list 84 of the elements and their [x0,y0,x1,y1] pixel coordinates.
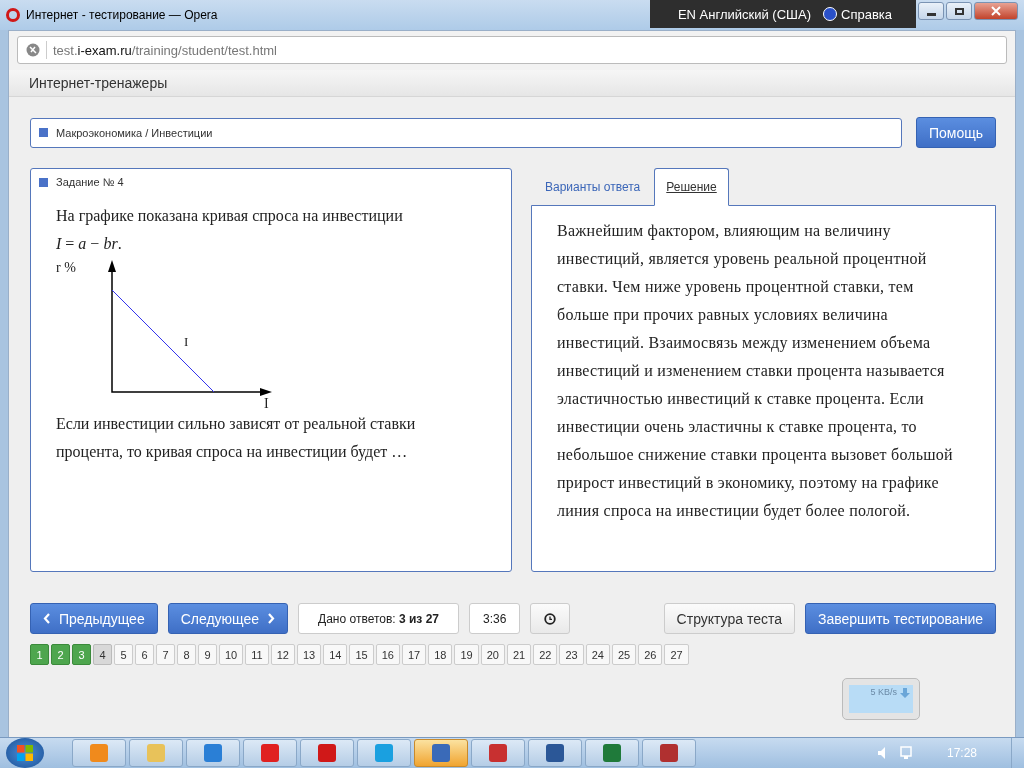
page-button[interactable]: 19 [454,644,479,665]
page-button[interactable]: 22 [533,644,558,665]
page-button[interactable]: 5 [114,644,133,665]
page-button[interactable]: 21 [506,644,532,665]
app-icon [204,744,222,762]
formula: I = a − br. [56,234,123,254]
taskbar-app[interactable] [471,739,525,767]
page-button[interactable]: 24 [585,644,610,665]
curve-label: I [184,334,189,350]
help-link[interactable]: Справка [841,6,892,22]
breadcrumb-text: Макроэкономика / Инвестиции [56,126,213,139]
taskbar-app[interactable] [300,739,354,767]
download-icon [899,687,911,699]
minimize-button[interactable] [918,2,944,20]
app-icon [261,744,279,762]
finish-button[interactable]: Завершить тестирование [805,603,996,634]
page-button[interactable]: 8 [177,644,196,665]
page-button[interactable]: 10 [219,644,244,665]
app-icon [432,744,450,762]
start-button[interactable] [6,738,44,768]
square-icon [39,128,48,137]
axis-label: r % [56,260,76,276]
page-button[interactable]: 6 [135,644,154,665]
answers-counter: Дано ответов: 3 из 27 [298,603,459,634]
tab[interactable]: Варианты ответа [533,168,653,205]
next-button[interactable]: Следующее [167,603,289,634]
page-button[interactable]: 20 [480,644,505,665]
language-selector[interactable]: EN Английский (США) [677,6,811,22]
app-icon [489,744,507,762]
app-icon [603,744,621,762]
app-icon [546,744,564,762]
clock: 17:28 [946,746,977,760]
page-button[interactable]: 18 [428,644,453,665]
url-text: test.i-exam.ru/training/student/test.html [53,42,277,58]
address-field[interactable]: test.i-exam.ru/training/student/test.html [17,36,1007,64]
tab[interactable]: Решение [654,168,729,206]
previous-button[interactable]: Предыдущее [30,603,158,634]
app-icon [90,744,108,762]
page-button[interactable]: 4 [93,644,112,665]
window-title: Интернет - тестирование — Opera [26,8,219,22]
close-icon [991,6,1001,16]
app-icon [660,744,678,762]
task-question: Если инвестиции сильно зависят от реальной ставки процента, то кривая спроса на инвестиции будет … [56,414,417,463]
structure-button[interactable]: Структура теста [663,603,795,634]
task-text: На графике показана кривая спроса на инвестиции [56,206,404,227]
close-button[interactable] [974,2,1018,20]
page-button[interactable]: 27 [664,644,689,665]
taskbar-app[interactable] [642,739,696,767]
chevron-left-icon [43,613,51,624]
help-button[interactable]: Помощь [915,117,996,148]
app-icon [375,744,393,762]
app-title: Интернет-тренажеры [29,75,168,91]
page-button[interactable]: 14 [323,644,348,665]
page-button[interactable]: 12 [270,644,295,665]
taskbar-app[interactable] [414,739,468,767]
page-button[interactable]: 25 [611,644,637,665]
speed-text: 5 KB/s [870,687,897,697]
page-button[interactable]: 7 [156,644,175,665]
axis-label: I [264,396,269,412]
chevron-right-icon [267,613,276,624]
timer: 3:36 [469,603,521,634]
clock-button[interactable] [530,603,571,634]
page-button[interactable]: 16 [375,644,400,665]
app-icon [147,744,165,762]
opera-logo-icon [6,8,20,22]
taskbar-app[interactable] [243,739,297,767]
page-button[interactable]: 11 [245,644,269,665]
solution-text: Важнейшим фактором, влияющим на величину инвестиций, является уровень реальной процентной ставки. Чем ниже уровень процентной ставки, тем больше при прочих равных условиях величина инвестиций. Взаимосвязь между изменением объема инвестиций и изменением ставки процента называется эластичностью инвестиций к ставке процента. Если инвестиции очень эластичны к ставке процента, то небольшое снижение ставки процента вызовет большой прирост инвестиций в экономику, поэтому на графике линия спроса на инвестиции будет более пологой. [557,221,954,522]
square-icon [39,177,48,187]
taskbar-app[interactable] [186,739,240,767]
help-icon[interactable] [823,7,837,21]
windows-logo-icon [15,743,35,763]
taskbar-app[interactable] [528,739,582,767]
page-button[interactable]: 9 [198,644,217,665]
page-button[interactable]: 23 [559,644,584,665]
page-button[interactable]: 26 [638,644,663,665]
taskbar-app[interactable] [585,739,639,767]
maximize-button[interactable] [946,2,972,20]
page-button[interactable]: 13 [296,644,322,665]
app-icon [318,744,336,762]
clock-icon [544,612,557,625]
task-title: Задание № 4 [56,176,124,188]
page-button[interactable]: 15 [349,644,374,665]
page-button[interactable]: 17 [401,644,427,665]
